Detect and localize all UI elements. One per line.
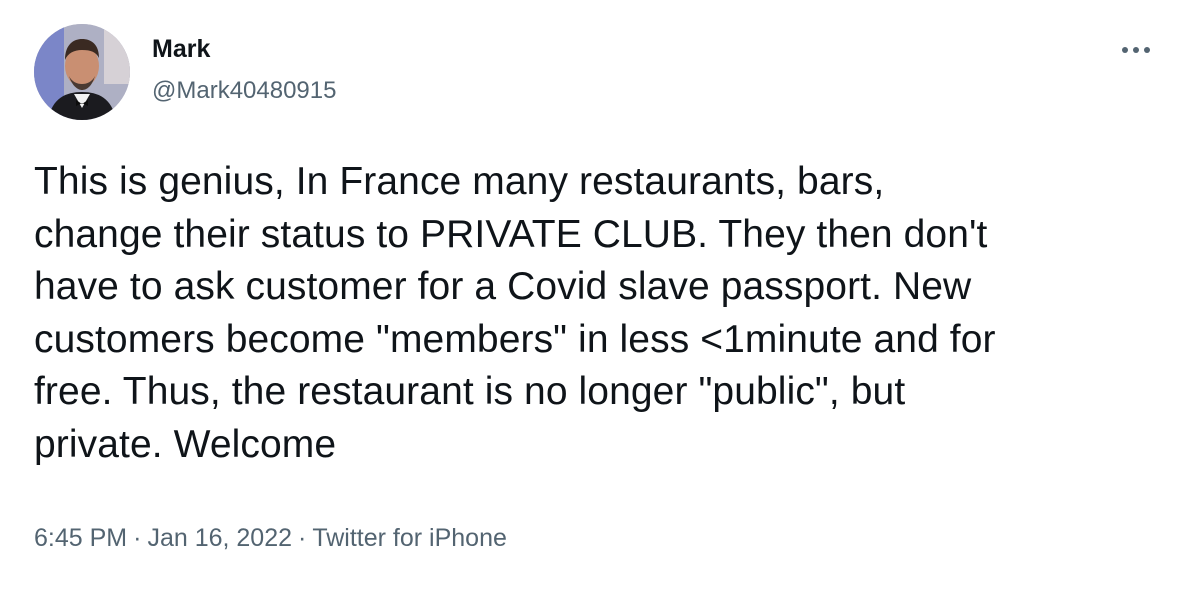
avatar[interactable] (34, 24, 130, 120)
tweet-text-line: private. Welcome (34, 422, 337, 466)
tweet-text-line: have to ask customer for a Covid slave p… (34, 265, 972, 308)
tweet-text-line: free. Thus, the restaurant is no longer … (34, 370, 906, 413)
tweet-metadata: 6:45 PM · Jan 16, 2022 · Twitter for iPhone (34, 522, 507, 554)
tweet-text-line: customers become "members" in less <1min… (34, 317, 996, 361)
meta-separator: · (298, 524, 307, 552)
profile-photo-icon (34, 24, 130, 120)
tweet-time-link[interactable]: 6:45 PM (34, 524, 127, 552)
tweet-source-link[interactable]: Twitter for iPhone (312, 524, 507, 552)
more-options-button[interactable] (1116, 36, 1156, 64)
tweet-text-line: This is genius, In France many restauran… (34, 160, 885, 203)
author-display-name[interactable]: Mark (152, 34, 210, 64)
meta-separator: · (133, 524, 142, 552)
tweet-text: This is genius, In France many restauran… (34, 156, 1174, 471)
tweet-date-link[interactable]: Jan 16, 2022 (147, 524, 292, 552)
author-handle[interactable]: @Mark40480915 (152, 76, 336, 106)
more-horizontal-icon (1122, 47, 1150, 53)
tweet-text-line: change their status to PRIVATE CLUB. The… (34, 212, 988, 256)
tweet-card: Mark @Mark40480915 This is genius, In Fr… (0, 0, 1200, 589)
